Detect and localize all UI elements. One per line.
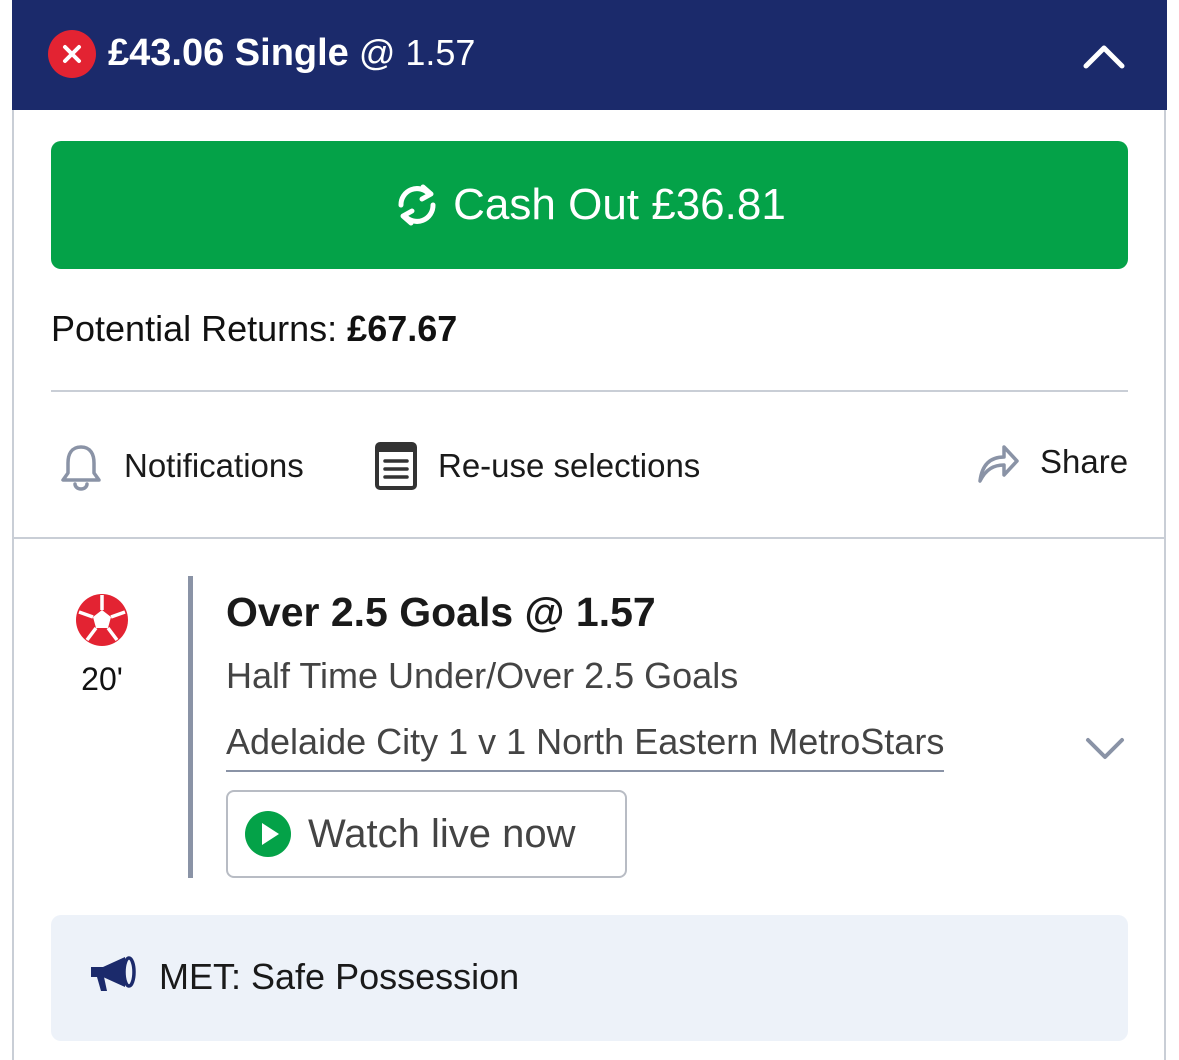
potential-returns-label: Potential Returns: — [51, 308, 338, 349]
potential-returns-value: £67.67 — [347, 308, 458, 349]
cash-out-button[interactable]: Cash Out £36.81 — [51, 141, 1128, 269]
play-icon — [245, 811, 291, 857]
document-list-icon — [375, 442, 417, 490]
divider — [14, 537, 1165, 539]
market-name: Half Time Under/Over 2.5 Goals — [226, 655, 739, 696]
chevron-down-icon[interactable] — [1084, 732, 1126, 764]
share-button[interactable]: Share — [976, 432, 1128, 492]
notifications-button[interactable]: Notifications — [58, 436, 304, 496]
football-icon — [76, 594, 128, 646]
match-minute: 20' — [81, 661, 123, 697]
bet-header[interactable]: £43.06 Single @ 1.57 — [12, 0, 1167, 110]
reuse-selections-button[interactable]: Re-use selections — [374, 436, 700, 496]
bet-stake-label: £43.06 Single — [108, 32, 349, 74]
bell-icon — [61, 445, 101, 491]
megaphone-icon — [91, 956, 136, 991]
share-arrow-icon — [978, 445, 1019, 483]
divider — [51, 390, 1128, 392]
share-label: Share — [1040, 443, 1129, 480]
notifications-label: Notifications — [124, 447, 304, 484]
potential-returns: Potential Returns: £67.67 — [51, 306, 457, 352]
selection-title: Over 2.5 Goals @ 1.57 — [226, 589, 656, 635]
chevron-up-icon[interactable] — [1082, 38, 1126, 72]
reuse-selections-label: Re-use selections — [438, 447, 701, 484]
cash-out-label: Cash Out £36.81 — [453, 180, 786, 229]
watch-live-button[interactable]: Watch live now — [226, 790, 627, 878]
commentary-banner: MET: Safe Possession — [51, 915, 1128, 1041]
selection-bar — [188, 576, 193, 878]
watch-live-label: Watch live now — [308, 811, 576, 856]
close-icon[interactable] — [48, 30, 96, 78]
refresh-arrows-icon — [398, 184, 436, 226]
commentary-text: MET: Safe Possession — [159, 956, 520, 997]
bet-odds-label: @ 1.57 — [358, 32, 476, 73]
bet-title: £43.06 Single @ 1.57 — [108, 28, 475, 78]
event-link[interactable]: Adelaide City 1 v 1 North Eastern MetroS… — [226, 718, 945, 772]
